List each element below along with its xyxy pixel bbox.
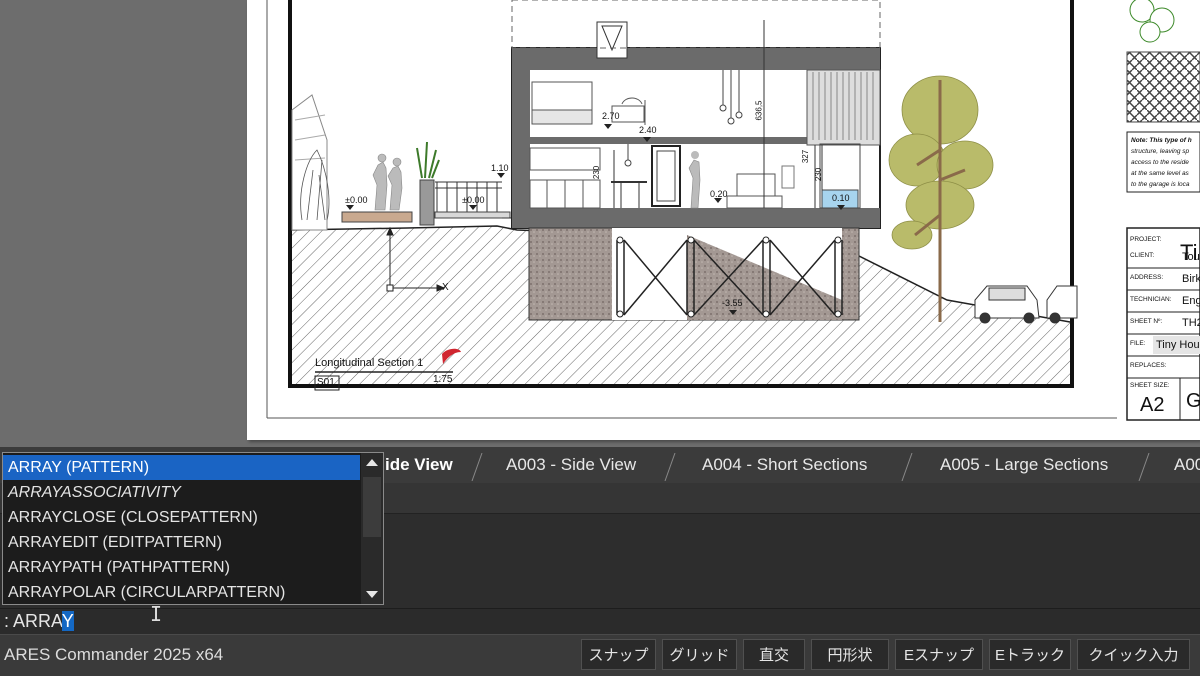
sheet-number-value: TH2: [1182, 317, 1200, 329]
note-line: at the same level as: [1131, 170, 1189, 177]
scroll-up-icon[interactable]: [366, 459, 378, 466]
level-label: 2.70: [602, 111, 620, 121]
command-selected-text: Y: [61, 611, 74, 631]
status-bar: ARES Commander 2025 x64 スナップ グリッド 直交 円形状…: [0, 634, 1200, 676]
level-label: ±0.00: [345, 195, 368, 205]
title-block-extra: G: [1186, 390, 1200, 412]
tab-side-view[interactable]: ide View: [385, 447, 453, 483]
title-block-note: Note: This type of h structure, leaving …: [1131, 135, 1192, 190]
autocomplete-item-arrayclose[interactable]: ARRAYCLOSE (CLOSEPATTERN): [3, 505, 360, 530]
tab-separator: [901, 453, 913, 481]
note-line: access to the reside: [1131, 159, 1189, 166]
file-value: Tiny Hou: [1156, 339, 1200, 351]
dimension-label: 327: [801, 149, 811, 164]
tab-a003-side-view[interactable]: A003 - Side View: [506, 447, 636, 483]
level-label: 0.10: [832, 193, 850, 203]
polar-toggle-button[interactable]: 円形状: [811, 639, 889, 670]
tab-separator: [664, 453, 676, 481]
scale-label: 1:75: [433, 374, 453, 385]
command-typed-text: : ARRA: [4, 611, 62, 631]
file-label: FILE:: [1130, 340, 1146, 347]
grid-toggle-button[interactable]: グリッド: [662, 639, 737, 670]
drawing-canvas: [266, 0, 1200, 421]
autocomplete-item-array[interactable]: ARRAY (PATTERN): [3, 455, 360, 480]
note-line: structure, leaving sp: [1131, 148, 1190, 155]
sheet-number-label: SHEET Nº:: [1130, 318, 1163, 325]
dimension-label: 230: [592, 165, 602, 180]
sheet-size-value: A2: [1140, 394, 1165, 416]
drawing-viewport[interactable]: Longitudinal Section 1 S01 1:75 ±0.00 ±0…: [0, 0, 1200, 447]
ortho-toggle-button[interactable]: 直交: [743, 639, 805, 670]
scroll-down-icon[interactable]: [366, 591, 378, 598]
client-label: CLIENT:: [1130, 252, 1155, 259]
command-input-line[interactable]: : ARRAY: [0, 608, 1200, 635]
note-line: Note: This type of h: [1131, 137, 1192, 144]
autocomplete-item-arrayedit[interactable]: ARRAYEDIT (EDITPATTERN): [3, 530, 360, 555]
etrack-toggle-button[interactable]: Eトラック: [989, 639, 1071, 670]
level-label: 2.40: [639, 125, 657, 135]
dimension-label: 636,5: [754, 100, 764, 121]
command-autocomplete-list[interactable]: ARRAY (PATTERN) ARRAYASSOCIATIVITY ARRAY…: [2, 452, 384, 605]
app-name-label: ARES Commander 2025 x64: [4, 645, 224, 664]
scrollbar-thumb[interactable]: [363, 477, 381, 537]
dimension-label: 230: [814, 167, 824, 182]
paper-sheet: Longitudinal Section 1 S01 1:75 ±0.00 ±0…: [247, 0, 1200, 440]
technician-value: Eng: [1182, 295, 1200, 307]
tab-a005-large-sections[interactable]: A005 - Large Sections: [940, 447, 1108, 483]
level-label: 0.20: [710, 189, 728, 199]
level-label: -3.55: [722, 298, 743, 308]
autocomplete-item-arrayassociativity[interactable]: ARRAYASSOCIATIVITY: [3, 480, 360, 505]
snap-toggle-button[interactable]: スナップ: [581, 639, 656, 670]
technician-label: TECHNICIAN:: [1130, 296, 1172, 303]
tab-separator: [1138, 453, 1150, 481]
client-value: Tou: [1182, 251, 1200, 263]
tab-a004-short-sections[interactable]: A004 - Short Sections: [702, 447, 867, 483]
level-label: ±0.00: [462, 195, 485, 205]
address-label: ADDRESS:: [1130, 274, 1164, 281]
text-cursor-icon: I: [150, 602, 163, 626]
project-label: PROJECT:: [1130, 236, 1162, 243]
replaces-label: REPLACES:: [1130, 362, 1167, 369]
tab-next-partial[interactable]: A00: [1174, 447, 1200, 483]
esnap-toggle-button[interactable]: Eスナップ: [895, 639, 983, 670]
sheet-ref-label: S01: [317, 377, 335, 388]
autocomplete-scrollbar[interactable]: [361, 453, 383, 604]
level-label: 1.10: [491, 163, 509, 173]
autocomplete-item-arraypath[interactable]: ARRAYPATH (PATHPATTERN): [3, 555, 360, 580]
quick-input-toggle-button[interactable]: クイック入力: [1077, 639, 1190, 670]
section-title: Longitudinal Section 1: [315, 357, 424, 369]
sheet-size-label: SHEET SIZE:: [1130, 382, 1170, 389]
ucs-x-label: X: [442, 282, 449, 293]
autocomplete-item-arraypolar[interactable]: ARRAYPOLAR (CIRCULARPATTERN): [3, 580, 360, 605]
address-value: Birk: [1182, 273, 1200, 285]
tab-separator: [471, 453, 483, 481]
note-line: to the garage is loca: [1131, 181, 1190, 188]
command-input-text[interactable]: : ARRAY: [4, 611, 74, 632]
